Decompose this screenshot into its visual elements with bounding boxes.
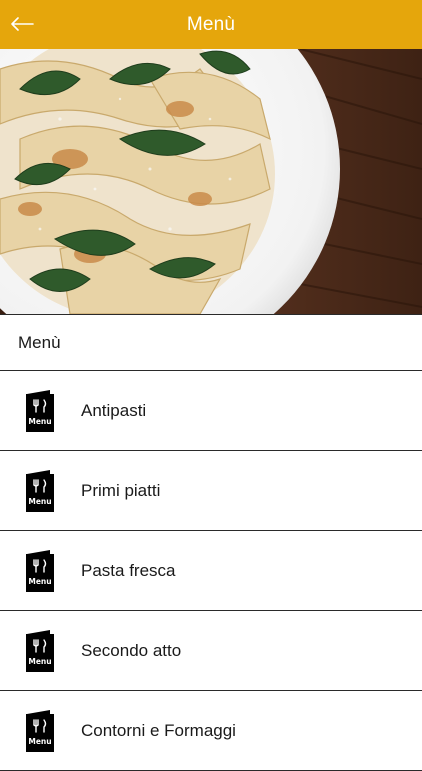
menu-item-antipasti[interactable]: Menu Antipasti (0, 371, 422, 451)
section-header: Menù (0, 314, 422, 371)
menu-card-icon: Menu (26, 469, 54, 512)
svg-text:Menu: Menu (28, 497, 51, 506)
menu-list: Menu Antipasti Menu Primi piatti Menu Pa… (0, 371, 422, 771)
menu-item-contorni-e-formaggi[interactable]: Menu Contorni e Formaggi (0, 691, 422, 771)
menu-item-label: Primi piatti (81, 480, 161, 500)
menu-item-label: Contorni e Formaggi (81, 720, 236, 740)
arrow-left-icon (11, 17, 34, 31)
app-bar: Menù (0, 0, 422, 49)
hero-image (0, 49, 422, 314)
svg-text:Menu: Menu (28, 577, 51, 586)
pasta-dish-photo (0, 49, 422, 314)
svg-text:Menu: Menu (28, 657, 51, 666)
menu-item-secondo-atto[interactable]: Menu Secondo atto (0, 611, 422, 691)
svg-text:Menu: Menu (28, 417, 51, 426)
menu-item-pasta-fresca[interactable]: Menu Pasta fresca (0, 531, 422, 611)
svg-text:Menu: Menu (28, 737, 51, 746)
menu-card-icon: Menu (26, 709, 54, 752)
menu-item-primi-piatti[interactable]: Menu Primi piatti (0, 451, 422, 531)
page-title: Menù (186, 13, 236, 35)
menu-card-icon: Menu (26, 629, 54, 672)
menu-item-label: Pasta fresca (81, 560, 176, 580)
menu-card-icon: Menu (26, 549, 54, 592)
back-button[interactable] (8, 10, 36, 38)
menu-item-label: Secondo atto (81, 640, 182, 660)
menu-card-icon: Menu (26, 389, 54, 432)
menu-item-label: Antipasti (81, 400, 147, 420)
